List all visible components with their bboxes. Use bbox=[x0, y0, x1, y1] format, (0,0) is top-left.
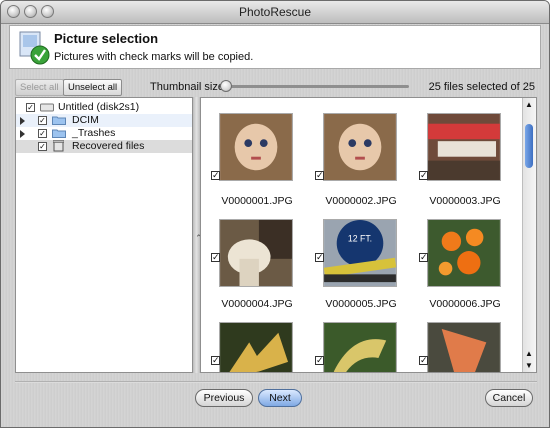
thumbnail-image bbox=[427, 219, 501, 287]
tree-item-recovered-files[interactable]: ✓ Recovered files bbox=[16, 140, 192, 153]
tree-item-dcim[interactable]: ✓ DCIM bbox=[16, 114, 192, 127]
photorescue-app-icon bbox=[19, 31, 50, 65]
bottom-separator bbox=[15, 381, 537, 383]
thumbnail-image bbox=[427, 113, 501, 181]
header-panel: Picture selection Pictures with check ma… bbox=[9, 25, 541, 69]
thumbnail-image bbox=[219, 322, 293, 372]
tree-item-label: _Trashes bbox=[72, 127, 116, 139]
previous-button[interactable]: Previous bbox=[195, 389, 253, 407]
thumbnail-size-slider-thumb[interactable] bbox=[220, 80, 232, 92]
thumbnail-checkbox[interactable]: ✓ bbox=[419, 253, 428, 262]
thumbnail-checkbox[interactable]: ✓ bbox=[315, 253, 324, 262]
tree-item-disk[interactable]: ✓ Untitled (disk2s1) bbox=[16, 101, 192, 114]
thumbnail-checkbox[interactable]: ✓ bbox=[419, 171, 428, 180]
thumbnail-image bbox=[323, 322, 397, 372]
unselect-all-button[interactable]: Unselect all bbox=[63, 79, 123, 96]
title-bar[interactable]: PhotoRescue bbox=[1, 1, 549, 24]
thumbnail-checkbox[interactable]: ✓ bbox=[419, 356, 428, 365]
trash-icon bbox=[53, 140, 64, 152]
thumbnail-image bbox=[219, 113, 293, 181]
page-subtitle: Pictures with check marks will be copied… bbox=[54, 51, 254, 63]
cancel-button[interactable]: Cancel bbox=[485, 389, 533, 407]
folder-icon bbox=[52, 116, 66, 125]
thumbnail-checkbox[interactable]: ✓ bbox=[315, 171, 324, 180]
minimize-window-button[interactable] bbox=[24, 5, 37, 18]
thumbnail-filename: V0000002.JPG bbox=[325, 195, 397, 207]
thumbnail-checkbox[interactable]: ✓ bbox=[211, 171, 220, 180]
page-title: Picture selection bbox=[54, 31, 159, 46]
thumbnail-filename: V0000003.JPG bbox=[429, 195, 501, 207]
thumbnail-filename: V0000001.JPG bbox=[221, 195, 293, 207]
thumbnail-scrollbar[interactable]: ▲ ▲ ▼ bbox=[522, 98, 536, 372]
thumbnail-checkbox[interactable]: ✓ bbox=[315, 356, 324, 365]
thumbnail-checkbox[interactable]: ✓ bbox=[211, 356, 220, 365]
thumbnail-filename: V0000005.JPG bbox=[325, 298, 397, 310]
window-title: PhotoRescue bbox=[238, 5, 312, 19]
select-all-button[interactable]: Select all bbox=[15, 79, 64, 96]
thumbnail-image bbox=[427, 322, 501, 372]
thumbnail-image: 12 FT. bbox=[323, 219, 397, 287]
folder-icon bbox=[52, 129, 66, 138]
tree-checkbox[interactable]: ✓ bbox=[38, 116, 47, 125]
thumbnail-size-slider-track[interactable] bbox=[223, 85, 409, 88]
thumbnail-image bbox=[219, 219, 293, 287]
selection-count: 25 files selected of 25 bbox=[428, 81, 535, 93]
tree-checkbox[interactable]: ✓ bbox=[38, 129, 47, 138]
tree-item-label: Recovered files bbox=[72, 140, 145, 152]
thumbnail-checkbox[interactable]: ✓ bbox=[211, 253, 220, 262]
thumbnail-size-label: Thumbnail size bbox=[150, 81, 224, 93]
disk-icon bbox=[40, 103, 54, 112]
next-button[interactable]: Next bbox=[258, 389, 302, 407]
scroll-up-arrow-icon[interactable]: ▲ bbox=[525, 100, 533, 109]
scrollbar-thumb[interactable] bbox=[525, 124, 533, 168]
scroll-up-arrow-icon[interactable]: ▲ bbox=[525, 349, 533, 358]
app-window: PhotoRescue Picture selection Pictures w… bbox=[0, 0, 550, 428]
thumbnail-caption-text: 12 FT. bbox=[348, 233, 372, 243]
thumbnail-image bbox=[323, 113, 397, 181]
file-tree-pane[interactable]: ✓ Untitled (disk2s1) ✓ DCIM ✓ _Trashes ✓… bbox=[15, 97, 193, 373]
scroll-down-arrow-icon[interactable]: ▼ bbox=[525, 361, 533, 370]
disclosure-triangle-icon[interactable] bbox=[20, 117, 25, 125]
thumbnail-filename: V0000004.JPG bbox=[221, 298, 293, 310]
tree-item-label: DCIM bbox=[72, 114, 99, 126]
thumbnail-grid[interactable]: ✓ V0000001.JPG ✓ V0000002.JPG ✓ V0000003… bbox=[200, 97, 537, 373]
tree-item-trashes[interactable]: ✓ _Trashes bbox=[16, 127, 192, 140]
tree-checkbox[interactable]: ✓ bbox=[26, 103, 35, 112]
thumbnail-filename: V0000006.JPG bbox=[429, 298, 501, 310]
disclosure-triangle-icon[interactable] bbox=[20, 130, 25, 138]
zoom-window-button[interactable] bbox=[41, 5, 54, 18]
tree-checkbox[interactable]: ✓ bbox=[38, 142, 47, 151]
tree-item-label: Untitled (disk2s1) bbox=[58, 101, 140, 113]
close-window-button[interactable] bbox=[7, 5, 20, 18]
